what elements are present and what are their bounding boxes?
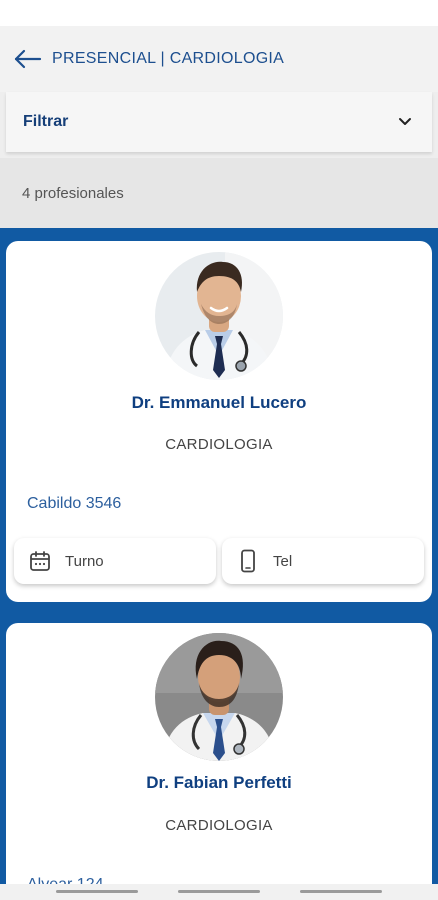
professional-card[interactable]: Dr. Emmanuel Lucero CARDIOLOGIA Cabildo … [6, 241, 432, 602]
app-header: PRESENCIAL | CARDIOLOGIA [0, 26, 438, 92]
calendar-icon [28, 549, 52, 573]
professionals-list[interactable]: Dr. Emmanuel Lucero CARDIOLOGIA Cabildo … [0, 228, 438, 900]
page-title: PRESENCIAL | CARDIOLOGIA [52, 50, 285, 67]
filter-section: Filtrar [0, 92, 438, 158]
doctor-name: Dr. Fabian Perfetti [146, 773, 292, 792]
system-nav-bar [0, 884, 438, 900]
back-button[interactable] [4, 35, 52, 83]
filter-label: Filtrar [23, 113, 69, 130]
doctor-specialty: CARDIOLOGIA [165, 436, 273, 453]
avatar [155, 633, 283, 761]
arrow-left-icon [14, 49, 42, 69]
nav-home-handle[interactable] [178, 890, 260, 893]
results-count: 4 profesionales [22, 184, 124, 202]
status-bar [0, 0, 438, 26]
nav-back-handle[interactable] [56, 890, 138, 893]
professional-card[interactable]: Dr. Fabian Perfetti CARDIOLOGIA Alvear 1… [6, 623, 432, 900]
doctor-address[interactable]: Cabildo 3546 [27, 495, 121, 513]
chevron-down-icon [399, 118, 411, 125]
turno-label: Turno [65, 552, 104, 570]
turno-button[interactable]: Turno [14, 538, 216, 584]
avatar [155, 252, 283, 380]
doctor-name: Dr. Emmanuel Lucero [131, 393, 307, 412]
filter-dropdown[interactable]: Filtrar [6, 92, 432, 152]
doctor-specialty: CARDIOLOGIA [165, 817, 273, 834]
nav-recents-handle[interactable] [300, 890, 382, 893]
tel-button[interactable]: Tel [222, 538, 424, 584]
tel-label: Tel [273, 552, 293, 570]
phone-icon [236, 549, 260, 573]
results-count-bar: 4 profesionales [0, 158, 438, 228]
